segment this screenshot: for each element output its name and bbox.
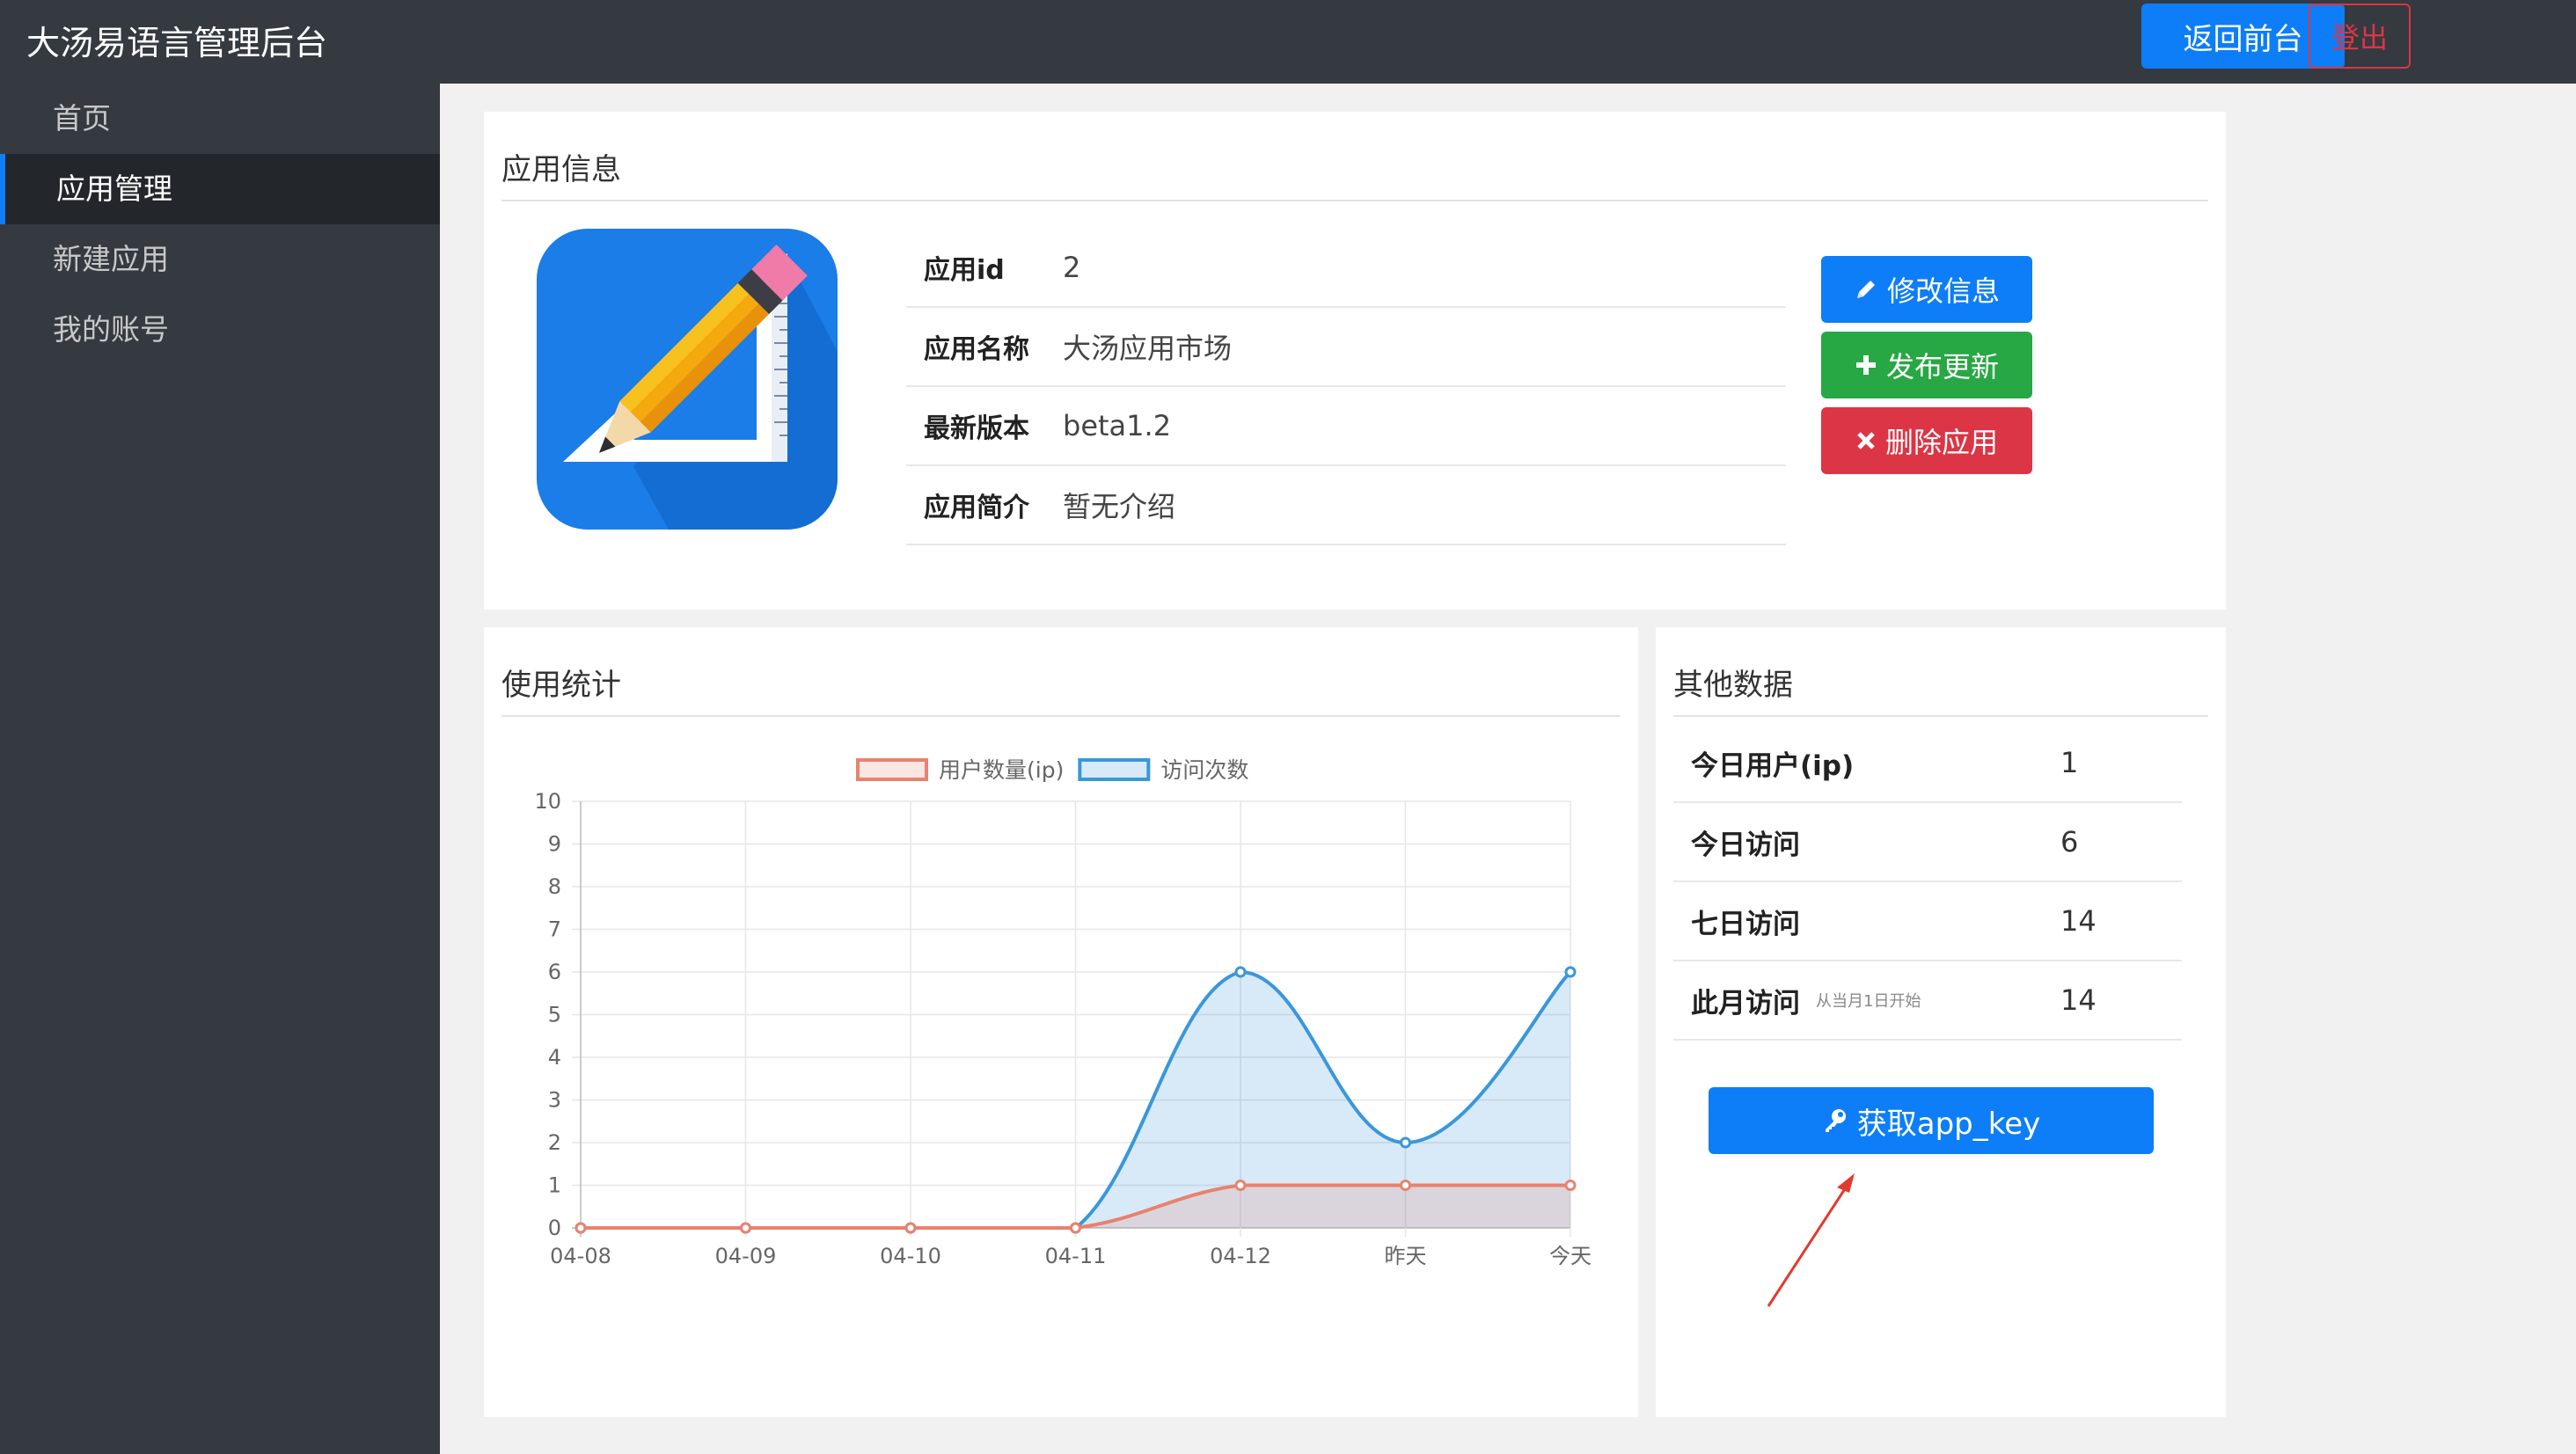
stat-row-month-visits: 此月访问 从当月1日开始 14 — [1673, 961, 2182, 1041]
pencil-ruler-app-icon — [537, 229, 838, 530]
divider — [1673, 715, 2208, 717]
stat-note: 从当月1日开始 — [1816, 992, 1921, 1011]
info-row-latest-version: 最新版本 beta1.2 — [906, 387, 1786, 466]
data-point — [1070, 1222, 1081, 1234]
info-row-app-id: 应用id 2 — [906, 229, 1786, 308]
get-app-key-button[interactable]: 获取app_key — [1709, 1087, 2154, 1154]
y-tick-label: 6 — [548, 960, 561, 984]
brand-title[interactable]: 大汤易语言管理后台 — [26, 16, 327, 64]
data-point — [1400, 1136, 1411, 1149]
app-info-title: 应用信息 — [501, 152, 621, 187]
app-info-table: 应用id 2 应用名称 大汤应用市场 最新版本 beta1.2 应用简介 暂无介… — [906, 229, 1786, 545]
x-tick-label: 04-09 — [715, 1244, 777, 1268]
app-info-panel: 应用信息 应用id 2 应用名称 大汤应用市场 最新版本 beta1.2 应用简… — [484, 112, 2226, 610]
info-row-app-intro: 应用简介 暂无介绍 — [906, 466, 1786, 545]
y-tick-label: 7 — [548, 917, 561, 942]
stat-key: 此月访问 从当月1日开始 — [1673, 981, 2060, 1020]
y-tick-label: 5 — [548, 1003, 561, 1027]
sidebar-item-my-account[interactable]: 我的账号 — [0, 295, 440, 365]
logout-button[interactable]: 登出 — [2309, 4, 2411, 69]
x-tick-label: 今天 — [1549, 1244, 1592, 1268]
y-tick-label: 1 — [548, 1173, 561, 1198]
close-icon — [1857, 432, 1875, 449]
legend-swatch — [856, 758, 928, 781]
key-icon — [1825, 1109, 1846, 1132]
data-point — [740, 1222, 751, 1234]
usage-stats-panel: 使用统计 0 1 2 3 4 5 6 7 8 9 10 04-08 04-09 04-10 04-11 04-… — [484, 627, 1638, 1417]
data-point — [904, 1222, 917, 1234]
stat-value: 1 — [2060, 746, 2079, 779]
legend-swatch — [1078, 758, 1151, 781]
publish-update-button[interactable]: 发布更新 — [1821, 332, 2032, 398]
stat-row-seven-day-visits: 七日访问 14 — [1673, 882, 2182, 961]
y-tick-label: 9 — [548, 832, 561, 857]
info-key: 应用名称 — [924, 334, 1029, 365]
delete-app-label: 删除应用 — [1884, 426, 1998, 459]
edit-info-label: 修改信息 — [1886, 274, 2000, 308]
divider — [501, 200, 2208, 201]
stat-value: 14 — [2060, 983, 2097, 1017]
x-tick-label: 04-10 — [880, 1244, 941, 1268]
data-point — [1564, 1180, 1577, 1191]
sidebar-item-new-app[interactable]: 新建应用 — [0, 224, 440, 295]
stat-row-today-users: 今日用户(ip) 1 — [1673, 724, 2182, 803]
stat-value: 6 — [2060, 825, 2079, 859]
stat-key-label: 今日用户(ip) — [1691, 749, 1855, 782]
info-value: 2 — [1063, 251, 1081, 284]
data-point — [1234, 1180, 1247, 1191]
data-point — [1400, 1180, 1411, 1191]
y-tick-label: 4 — [548, 1045, 561, 1070]
info-value: 大汤应用市场 — [1063, 332, 1233, 365]
x-tick-label: 04-12 — [1210, 1244, 1271, 1268]
data-point — [1564, 966, 1577, 978]
usage-line-chart: 0 1 2 3 4 5 6 7 8 9 10 04-08 04-09 04-10 04-11 04-12 昨天 今… — [534, 757, 1592, 1268]
stat-key: 七日访问 — [1673, 902, 2060, 941]
delete-app-button[interactable]: 删除应用 — [1821, 407, 2032, 474]
info-value: beta1.2 — [1063, 409, 1172, 442]
other-data-title: 其他数据 — [1673, 668, 1793, 703]
stat-key-label: 此月访问 — [1691, 987, 1800, 1019]
stat-value: 14 — [2060, 904, 2097, 938]
data-point — [574, 1222, 587, 1234]
get-app-key-label: 获取app_key — [1856, 1106, 2041, 1142]
info-value: 暂无介绍 — [1063, 490, 1176, 523]
info-key: 应用简介 — [924, 493, 1029, 523]
x-tick-label: 昨天 — [1385, 1244, 1427, 1268]
info-key: 最新版本 — [924, 413, 1029, 444]
sidebar-item-app-management[interactable]: 应用管理 — [0, 154, 440, 224]
x-tick-label: 04-08 — [550, 1244, 611, 1268]
legend-label: 访问次数 — [1160, 757, 1248, 783]
top-navbar: 大汤易语言管理后台 返回前台 登出 — [0, 0, 2576, 84]
pencil-icon — [1856, 281, 1875, 298]
other-data-table: 今日用户(ip) 1 今日访问 6 七日访问 14 此月访问 从当月1日开始 1… — [1673, 724, 2182, 1041]
y-tick-label: 3 — [548, 1088, 561, 1113]
info-key: 应用id — [924, 255, 1005, 286]
stat-row-today-visits: 今日访问 6 — [1673, 803, 2182, 882]
stat-key: 今日访问 — [1673, 822, 2060, 862]
stat-key: 今日用户(ip) — [1673, 743, 2060, 783]
y-tick-label: 8 — [548, 874, 561, 899]
sidebar-item-home[interactable]: 首页 — [0, 84, 440, 154]
y-tick-label: 2 — [548, 1130, 561, 1155]
edit-info-button[interactable]: 修改信息 — [1821, 256, 2032, 323]
legend-label: 用户数量(ip) — [939, 757, 1064, 783]
info-row-app-name: 应用名称 大汤应用市场 — [906, 308, 1786, 387]
x-tick-label: 04-11 — [1045, 1244, 1107, 1268]
sidebar: 首页 应用管理 新建应用 我的账号 — [0, 84, 440, 1454]
other-data-panel: 其他数据 今日用户(ip) 1 今日访问 6 七日访问 14 此月访问 从当月1… — [1656, 627, 2226, 1417]
stat-key-label: 七日访问 — [1691, 908, 1800, 940]
annotation-arrow — [1767, 1173, 1855, 1307]
y-tick-label: 0 — [548, 1216, 561, 1240]
data-point — [1234, 966, 1247, 978]
publish-update-label: 发布更新 — [1885, 350, 1999, 384]
plus-icon — [1855, 355, 1876, 375]
y-tick-label: 10 — [534, 789, 561, 814]
stat-key-label: 今日访问 — [1691, 829, 1800, 861]
